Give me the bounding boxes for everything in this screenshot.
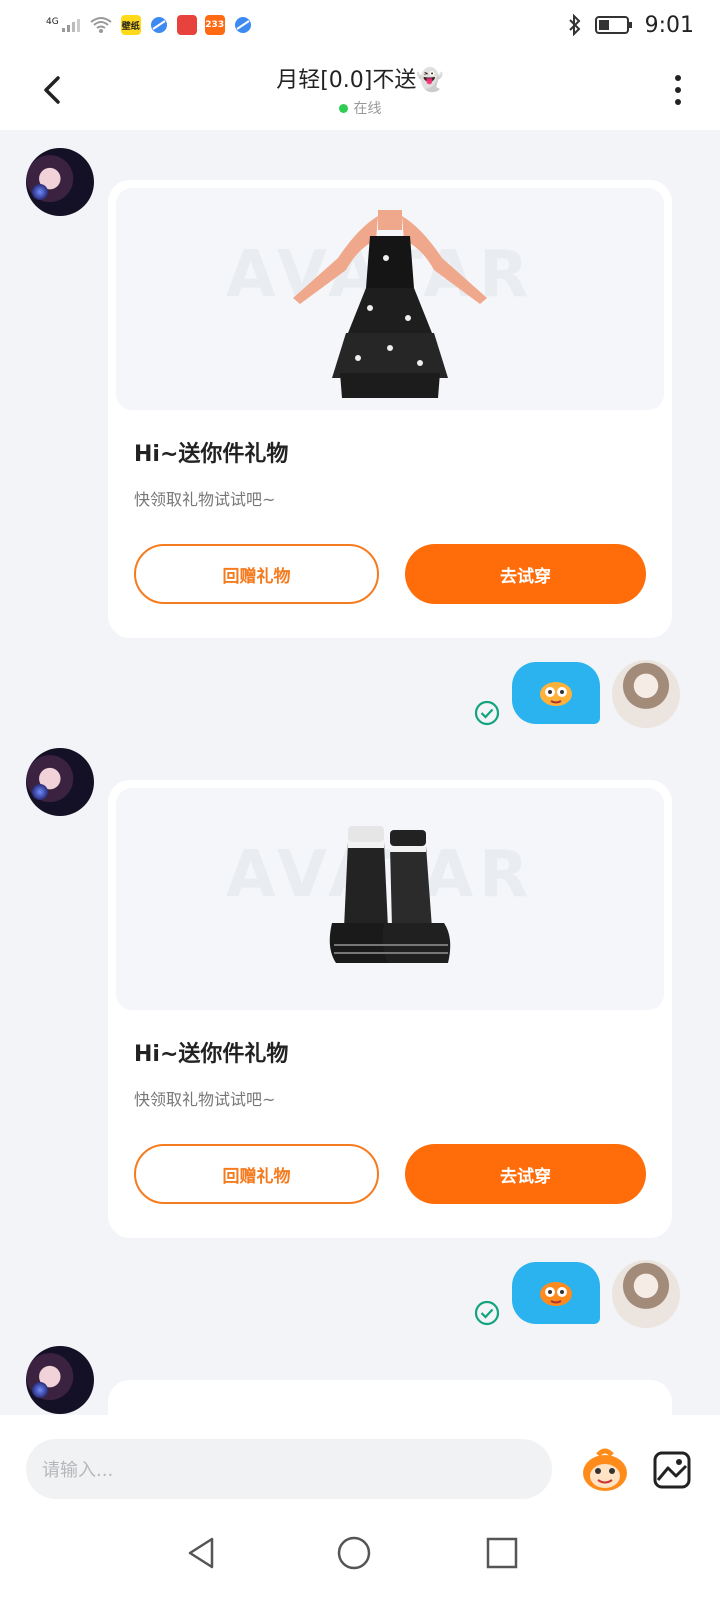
monkey-face-icon [583, 1448, 627, 1491]
sticker-bubble[interactable] [512, 662, 600, 724]
gift-card-actions: 回赠礼物 去试穿 [134, 1144, 646, 1204]
game233-app-icon: 233 [204, 15, 225, 35]
more-options-button[interactable] [666, 70, 690, 110]
browser-app-icon [149, 15, 169, 35]
online-status: 在线 [160, 98, 560, 118]
signal-icon: 4G [46, 17, 81, 33]
gift-image[interactable]: AVATAR [116, 188, 664, 410]
contact-avatar[interactable] [26, 1346, 94, 1414]
return-gift-button[interactable]: 回赠礼物 [134, 1144, 379, 1204]
gift-card-title: Hi~送你件礼物 [134, 1042, 289, 1067]
nav-recents-icon[interactable] [482, 1533, 522, 1573]
battery-icon [594, 15, 633, 35]
image-button[interactable] [652, 1450, 692, 1490]
browser-app-icon-2 [233, 15, 253, 35]
image-icon [653, 1451, 691, 1489]
gift-card-partial [108, 1380, 672, 1415]
dress-icon [293, 210, 487, 398]
gift-image[interactable]: AVATAR [116, 788, 664, 1010]
contact-name: 月轻[0.0]不送👻 [276, 68, 444, 93]
tiger-face-sticker-icon [540, 682, 572, 706]
try-on-button[interactable]: 去试穿 [405, 1144, 646, 1204]
gift-card-subtitle: 快领取礼物试试吧~ [134, 1090, 276, 1109]
return-gift-button[interactable]: 回赠礼物 [134, 544, 379, 604]
title-block: 月轻[0.0]不送👻 在线 [160, 62, 560, 118]
read-check-icon [474, 700, 500, 726]
system-nav-bar [0, 1505, 720, 1600]
bluetooth-icon [567, 14, 583, 36]
gift-card-actions: 回赠礼物 去试穿 [134, 544, 646, 604]
my-avatar[interactable] [612, 660, 680, 728]
my-avatar[interactable] [612, 1260, 680, 1328]
gift-card: AVATAR Hi~送你件礼物 快领取礼物试试吧~ 回赠礼物 去试穿 [108, 180, 672, 638]
chevron-left-icon [44, 76, 60, 104]
online-label: 在线 [353, 101, 382, 117]
wifi-icon [89, 16, 113, 34]
status-right: 9:01 [567, 13, 694, 38]
more-vertical-icon [675, 75, 681, 105]
read-check-icon [474, 1300, 500, 1326]
contact-avatar[interactable] [26, 148, 94, 216]
nav-back-icon[interactable] [182, 1533, 222, 1573]
try-on-button[interactable]: 去试穿 [405, 544, 646, 604]
gift-card: AVATAR Hi~送你件礼物 快领取礼物试试吧~ 回赠礼物 去试穿 [108, 780, 672, 1238]
gift-card-subtitle: 快领取礼物试试吧~ [134, 490, 276, 509]
nav-home-icon[interactable] [334, 1533, 374, 1573]
wallpaper-app-icon: 壁纸 [120, 15, 141, 35]
tiger-face-sticker-icon [540, 1282, 572, 1306]
chat-header: 月轻[0.0]不送👻 在线 [0, 50, 720, 130]
back-button[interactable] [34, 70, 74, 110]
online-dot [338, 103, 348, 113]
status-left: 4G 壁纸 233 [46, 15, 253, 35]
status-bar: 4G 壁纸 233 9:01 [0, 0, 720, 50]
message-input[interactable]: 请输入... [26, 1439, 552, 1499]
network-type: 4G [46, 17, 59, 27]
clock: 9:01 [644, 12, 694, 38]
emoji-button[interactable] [580, 1445, 630, 1495]
reader-app-icon [176, 15, 197, 35]
chat-area[interactable]: AVATAR Hi~送你件礼物 快领取礼物试试吧~ 回赠礼物 去试穿 [0, 130, 720, 1415]
contact-avatar[interactable] [26, 748, 94, 816]
gift-card-title: Hi~送你件礼物 [134, 442, 289, 467]
boots-icon [329, 826, 451, 963]
sticker-bubble[interactable] [512, 1262, 600, 1324]
input-bar: 请输入... [0, 1415, 720, 1505]
